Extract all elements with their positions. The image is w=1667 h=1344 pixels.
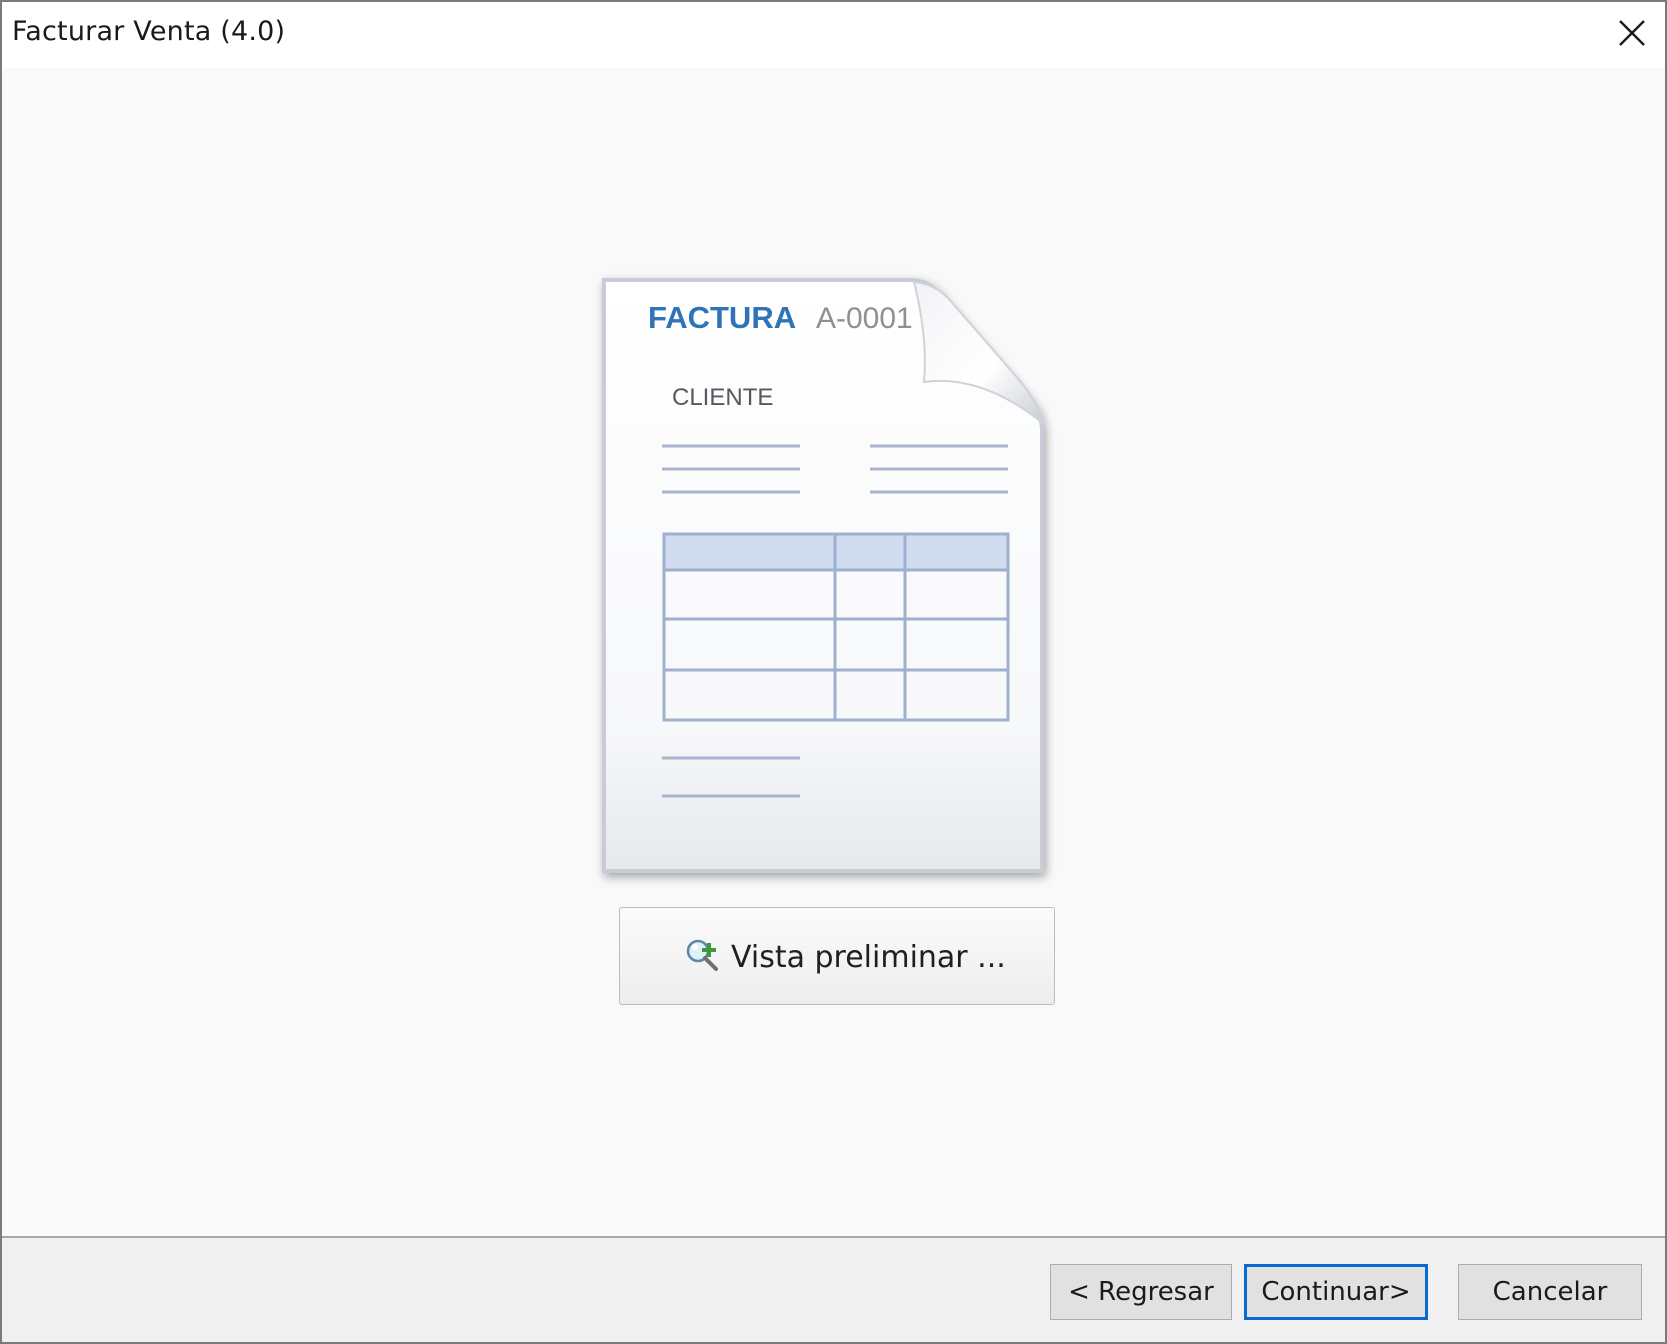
close-button[interactable] xyxy=(1599,2,1665,68)
invoice-document-icon xyxy=(602,278,1046,873)
invoice-illustration: FACTURA A-0001 CLIENTE xyxy=(562,188,1082,888)
button-bar: < Regresar Continuar> Cancelar xyxy=(2,1238,1665,1342)
invoice-title-text: FACTURA xyxy=(648,300,797,335)
window-title: Facturar Venta (4.0) xyxy=(12,16,286,47)
continue-button[interactable]: Continuar> xyxy=(1244,1264,1428,1320)
close-icon xyxy=(1619,20,1645,46)
title-bar: Facturar Venta (4.0) xyxy=(2,2,1665,68)
print-preview-button[interactable]: Vista preliminar ... xyxy=(619,907,1055,1005)
client-label-text: CLIENTE xyxy=(672,384,774,411)
back-button[interactable]: < Regresar xyxy=(1050,1264,1232,1320)
print-preview-label: Vista preliminar ... xyxy=(731,940,1006,975)
invoice-number-text: A-0001 xyxy=(816,302,913,335)
dialog-window: Facturar Venta (4.0) FACTURA A-0001 CLIE… xyxy=(0,0,1667,1344)
magnifier-plus-icon xyxy=(686,939,718,971)
cancel-button[interactable]: Cancelar xyxy=(1458,1264,1642,1320)
content-area: FACTURA A-0001 CLIENTE Vista preliminar … xyxy=(2,68,1665,1236)
